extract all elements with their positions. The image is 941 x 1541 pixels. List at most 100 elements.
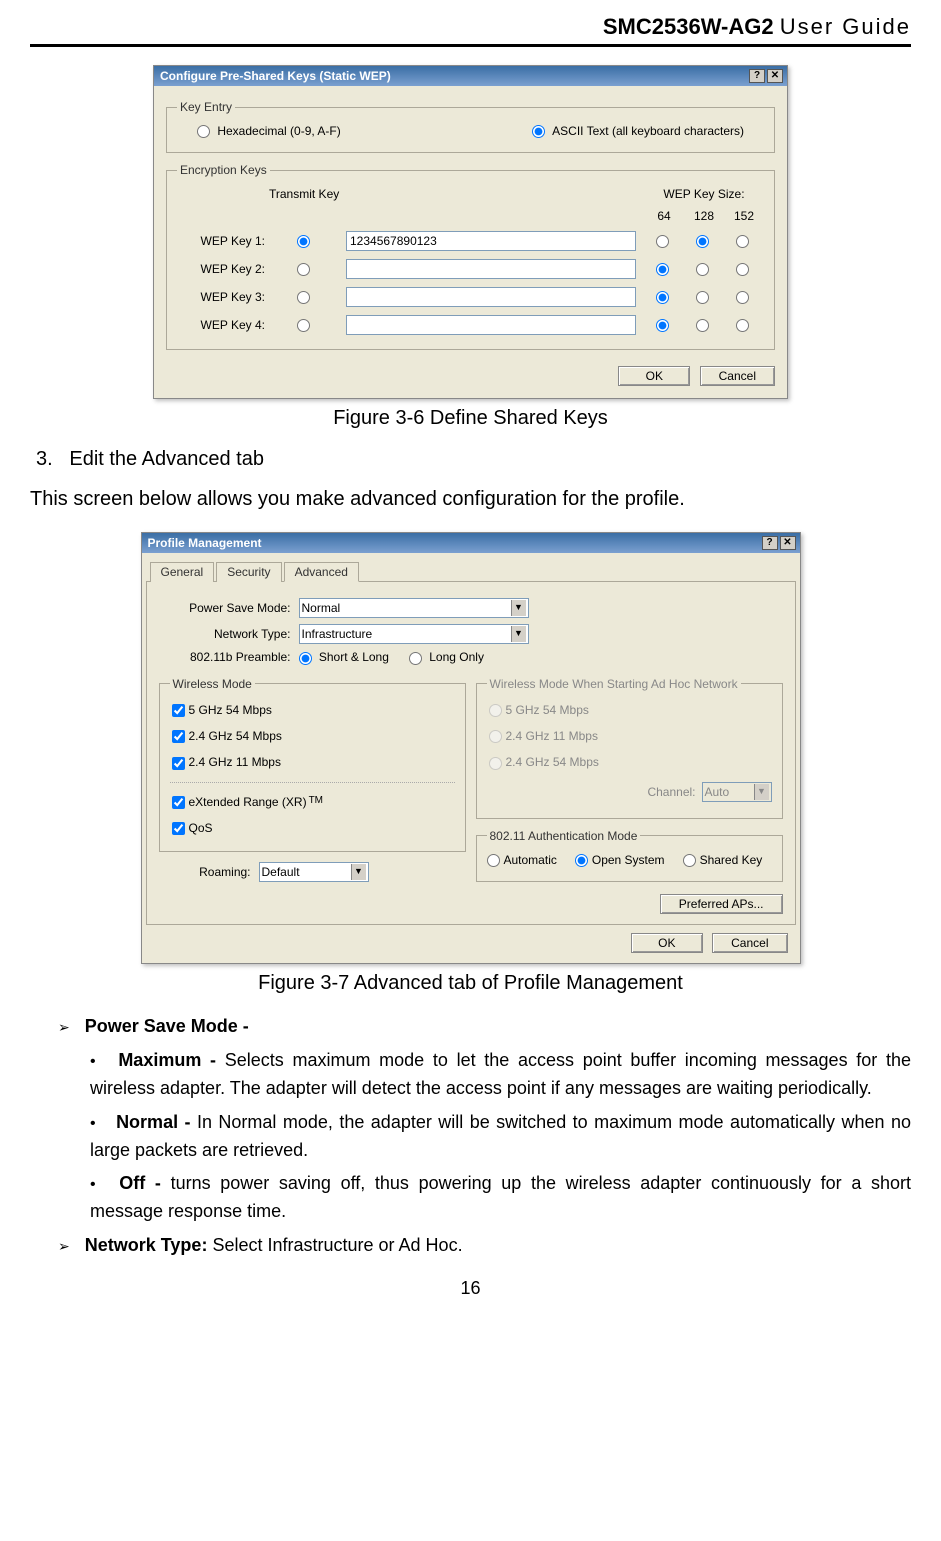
wepkey3-input[interactable] <box>346 287 636 307</box>
wm-xr[interactable]: eXtended Range (XR)TM <box>172 795 324 809</box>
dot-bullet-icon: • <box>90 1176 96 1193</box>
wepkey4-size152[interactable] <box>736 319 749 332</box>
group-wireless-mode: Wireless Mode 5 GHz 54 Mbps 2.4 GHz 54 M… <box>159 677 466 853</box>
tab-advanced[interactable]: Advanced <box>284 562 359 582</box>
wepkey2-input[interactable] <box>346 259 636 279</box>
wepkey1-size128[interactable] <box>696 235 709 248</box>
tx-key-1[interactable] <box>297 235 310 248</box>
group-key-entry: Key Entry Hexadecimal (0-9, A-F) ASCII T… <box>166 100 775 153</box>
wepkey1-size152[interactable] <box>736 235 749 248</box>
group-encryption-keys: Encryption Keys Transmit Key WEP Key Siz… <box>166 163 775 350</box>
channel-combo: Auto▼ <box>702 782 772 802</box>
tx-key-2[interactable] <box>297 263 310 276</box>
group-auth-mode: 802.11 Authentication Mode Automatic Ope… <box>476 829 783 882</box>
wepkey4-label: WEP Key 4: <box>201 318 265 332</box>
radio-hex-input[interactable] <box>197 125 210 138</box>
wepkey2-size152[interactable] <box>736 263 749 276</box>
group-auth-mode-legend: 802.11 Authentication Mode <box>487 829 641 843</box>
wepkey1-input[interactable] <box>346 231 636 251</box>
wepkey2-size64[interactable] <box>656 263 669 276</box>
roaming-label: Roaming: <box>159 865 259 879</box>
wm-qos[interactable]: QoS <box>172 821 213 835</box>
bullet-normal: • Normal - In Normal mode, the adapter w… <box>90 1109 911 1165</box>
roaming-combo[interactable]: Default▼ <box>259 862 369 882</box>
psm-label: Power Save Mode: <box>159 601 299 615</box>
wepkey1-label: WEP Key 1: <box>201 234 265 248</box>
adhoc-5ghz54: 5 GHz 54 Mbps <box>489 703 589 717</box>
help-icon[interactable]: ? <box>762 536 778 550</box>
tab-general[interactable]: General <box>150 562 215 582</box>
help-icon[interactable]: ? <box>749 69 765 83</box>
group-adhoc-mode: Wireless Mode When Starting Ad Hoc Netwo… <box>476 677 783 819</box>
wepkey4-size64[interactable] <box>656 319 669 332</box>
size-152: 152 <box>734 209 754 223</box>
bullet-maximum: • Maximum - Selects maximum mode to let … <box>90 1047 911 1103</box>
chevron-down-icon[interactable]: ▼ <box>511 626 526 642</box>
header-guide: User Guide <box>780 14 911 39</box>
bullet-psm: ➢ Power Save Mode - <box>58 1013 911 1041</box>
dialog-profile-management: Profile Management ? ✕ General Security … <box>141 532 801 964</box>
wepkey4-size128[interactable] <box>696 319 709 332</box>
wepkey3-size152[interactable] <box>736 291 749 304</box>
figure-3-7-caption: Figure 3-7 Advanced tab of Profile Manag… <box>30 972 911 995</box>
wepsize-label: WEP Key Size: <box>663 187 744 201</box>
page-header: SMC2536W-AG2 User Guide <box>30 10 911 47</box>
preamble-longonly[interactable]: Long Only <box>409 650 484 664</box>
close-icon[interactable]: ✕ <box>780 536 796 550</box>
figure-3-6-caption: Figure 3-6 Define Shared Keys <box>30 407 911 430</box>
preferred-aps-button[interactable]: Preferred APs... <box>660 894 783 914</box>
radio-ascii[interactable]: ASCII Text (all keyboard characters) <box>532 124 744 138</box>
tx-key-3[interactable] <box>297 291 310 304</box>
cancel-button[interactable]: Cancel <box>700 366 775 386</box>
group-key-entry-legend: Key Entry <box>177 100 235 114</box>
networktype-label: Network Type: <box>159 627 299 641</box>
preamble-shortlong[interactable]: Short & Long <box>299 650 389 664</box>
psm-combo[interactable]: Normal▼ <box>299 598 529 618</box>
wm-24ghz11[interactable]: 2.4 GHz 11 Mbps <box>172 755 281 769</box>
networktype-combo[interactable]: Infrastructure▼ <box>299 624 529 644</box>
adhoc-24ghz11: 2.4 GHz 11 Mbps <box>489 729 598 743</box>
titlebar: Configure Pre-Shared Keys (Static WEP) ?… <box>154 66 787 86</box>
group-adhoc-mode-legend: Wireless Mode When Starting Ad Hoc Netwo… <box>487 677 741 691</box>
paragraph-advanced-intro: This screen below allows you make advanc… <box>30 485 911 514</box>
auth-opensystem[interactable]: Open System <box>575 853 665 867</box>
wepkey1-size64[interactable] <box>656 235 669 248</box>
wm-5ghz54[interactable]: 5 GHz 54 Mbps <box>172 703 272 717</box>
dot-bullet-icon: • <box>90 1115 96 1132</box>
auth-sharedkey[interactable]: Shared Key <box>683 853 763 867</box>
wepkey3-size128[interactable] <box>696 291 709 304</box>
tx-key-4[interactable] <box>297 319 310 332</box>
group-encryption-keys-legend: Encryption Keys <box>177 163 270 177</box>
header-model: SMC2536W-AG2 <box>603 14 774 39</box>
radio-hex[interactable]: Hexadecimal (0-9, A-F) <box>197 124 341 138</box>
cancel-button[interactable]: Cancel <box>712 933 787 953</box>
chevron-down-icon[interactable]: ▼ <box>351 864 366 880</box>
adhoc-24ghz54: 2.4 GHz 54 Mbps <box>489 755 599 769</box>
channel-label: Channel: <box>647 785 695 799</box>
wepkey2-label: WEP Key 2: <box>201 262 265 276</box>
dialog-title: Configure Pre-Shared Keys (Static WEP) <box>160 69 391 83</box>
dot-bullet-icon: • <box>90 1053 96 1070</box>
ok-button[interactable]: OK <box>631 933 703 953</box>
chevron-down-icon: ▼ <box>754 784 769 800</box>
size-64: 64 <box>657 209 670 223</box>
size-128: 128 <box>694 209 714 223</box>
step-3: 3. Edit the Advanced tab <box>36 448 911 471</box>
dialog-title: Profile Management <box>148 536 262 550</box>
ok-button[interactable]: OK <box>618 366 690 386</box>
triangle-bullet-icon: ➢ <box>58 1238 70 1254</box>
wepkey2-size128[interactable] <box>696 263 709 276</box>
wepkey3-size64[interactable] <box>656 291 669 304</box>
auth-automatic[interactable]: Automatic <box>487 853 557 867</box>
dialog-wep-keys: Configure Pre-Shared Keys (Static WEP) ?… <box>153 65 788 399</box>
wepkey3-label: WEP Key 3: <box>201 290 265 304</box>
radio-ascii-input[interactable] <box>532 125 545 138</box>
group-wireless-mode-legend: Wireless Mode <box>170 677 255 691</box>
titlebar: Profile Management ? ✕ <box>142 533 800 553</box>
tab-security[interactable]: Security <box>216 562 281 582</box>
chevron-down-icon[interactable]: ▼ <box>511 600 526 616</box>
wm-24ghz54[interactable]: 2.4 GHz 54 Mbps <box>172 729 282 743</box>
wepkey4-input[interactable] <box>346 315 636 335</box>
preamble-label: 802.11b Preamble: <box>159 650 299 664</box>
close-icon[interactable]: ✕ <box>767 69 783 83</box>
